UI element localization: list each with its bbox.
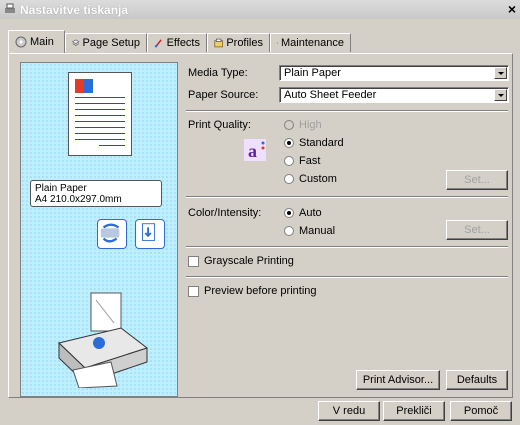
- grayscale-label: Grayscale Printing: [204, 255, 294, 267]
- paper-source-value: Auto Sheet Feeder: [284, 89, 377, 101]
- print-preview-area: Plain Paper A4 210.0x297.0mm: [20, 62, 178, 397]
- help-button[interactable]: Pomoč: [450, 401, 512, 421]
- cancel-button[interactable]: Prekliči: [383, 401, 445, 421]
- preview-picture-icon: [75, 79, 93, 93]
- tab-main[interactable]: Main: [8, 30, 65, 53]
- color-set-button[interactable]: Set...: [446, 220, 508, 240]
- checkbox-box: [188, 255, 199, 267]
- radio-dot: [284, 156, 294, 166]
- paper-source-label: Paper Source:: [188, 89, 259, 101]
- defaults-button[interactable]: Defaults: [446, 370, 508, 390]
- paper-info-box: Plain Paper A4 210.0x297.0mm: [30, 180, 162, 207]
- divider: [186, 110, 508, 112]
- tab-main-label: Main: [30, 36, 54, 48]
- radio-dot: [284, 226, 294, 236]
- radio-dot: [284, 174, 294, 184]
- quality-set-button[interactable]: Set...: [446, 170, 508, 190]
- quality-standard-radio[interactable]: Standard: [284, 137, 344, 149]
- quality-icon: a: [244, 139, 266, 161]
- print-quality-label: Print Quality:: [188, 119, 251, 131]
- tab-page-setup-label: Page Setup: [82, 37, 141, 49]
- divider: [186, 246, 508, 248]
- grayscale-checkbox[interactable]: Grayscale Printing: [188, 255, 294, 267]
- radio-dot: [284, 138, 294, 148]
- color-manual-label: Manual: [299, 225, 336, 237]
- tab-maintenance-label: Maintenance: [281, 37, 344, 49]
- quality-fast-radio[interactable]: Fast: [284, 155, 320, 167]
- media-type-label: Media Type:: [188, 67, 248, 79]
- svg-text:a: a: [248, 141, 257, 161]
- close-icon[interactable]: ×: [508, 1, 516, 17]
- tab-effects[interactable]: Effects: [147, 33, 207, 52]
- paper-source-feeder-icon[interactable]: [97, 219, 127, 249]
- color-auto-label: Auto: [299, 207, 322, 219]
- color-auto-radio[interactable]: Auto: [284, 207, 322, 219]
- page-preview-image: [68, 72, 132, 156]
- paper-output-icon[interactable]: [135, 219, 165, 249]
- quality-fast-label: Fast: [299, 155, 321, 167]
- radio-dot: [284, 120, 294, 130]
- radio-dot: [284, 208, 294, 218]
- disc-icon: [15, 36, 27, 48]
- quality-high-label: High: [299, 119, 322, 131]
- print-advisor-button[interactable]: Print Advisor...: [356, 370, 440, 390]
- tab-page-setup[interactable]: Page Setup: [65, 33, 147, 52]
- chevron-down-icon[interactable]: [494, 89, 507, 101]
- printer-app-icon: [5, 3, 15, 13]
- tab-maintenance[interactable]: Maintenance: [270, 33, 351, 52]
- divider: [186, 196, 508, 198]
- chevron-down-icon[interactable]: [494, 67, 507, 79]
- color-intensity-label: Color/Intensity:: [188, 207, 262, 219]
- ok-button[interactable]: V redu: [318, 401, 380, 421]
- tab-profiles[interactable]: Profiles: [207, 33, 270, 52]
- quality-high-radio[interactable]: High: [284, 119, 322, 131]
- quality-standard-label: Standard: [299, 137, 344, 149]
- divider: [186, 276, 508, 278]
- tab-profiles-label: Profiles: [226, 37, 263, 49]
- title-bar: Nastavitve tiskanja ×: [0, 0, 520, 19]
- media-type-value: Plain Paper: [284, 67, 341, 79]
- quality-custom-radio[interactable]: Custom: [284, 173, 337, 185]
- paper-size-text: A4 210.0x297.0mm: [35, 194, 122, 205]
- preview-before-label: Preview before printing: [204, 285, 317, 297]
- quality-custom-label: Custom: [299, 173, 337, 185]
- paper-source-select[interactable]: Auto Sheet Feeder: [279, 87, 509, 103]
- window-title: Nastavitve tiskanja: [20, 3, 129, 17]
- preview-before-printing-checkbox[interactable]: Preview before printing: [188, 285, 317, 297]
- maintenance-icon: [277, 42, 278, 44]
- effects-brush-icon: [154, 39, 162, 48]
- checkbox-box: [188, 285, 199, 297]
- color-manual-radio[interactable]: Manual: [284, 225, 335, 237]
- media-type-select[interactable]: Plain Paper: [279, 65, 509, 81]
- page-setup-icon: [72, 39, 80, 46]
- paper-media-text: Plain Paper: [35, 183, 87, 194]
- profiles-icon: [214, 38, 223, 48]
- tab-effects-label: Effects: [166, 37, 200, 49]
- printer-image: [57, 292, 149, 388]
